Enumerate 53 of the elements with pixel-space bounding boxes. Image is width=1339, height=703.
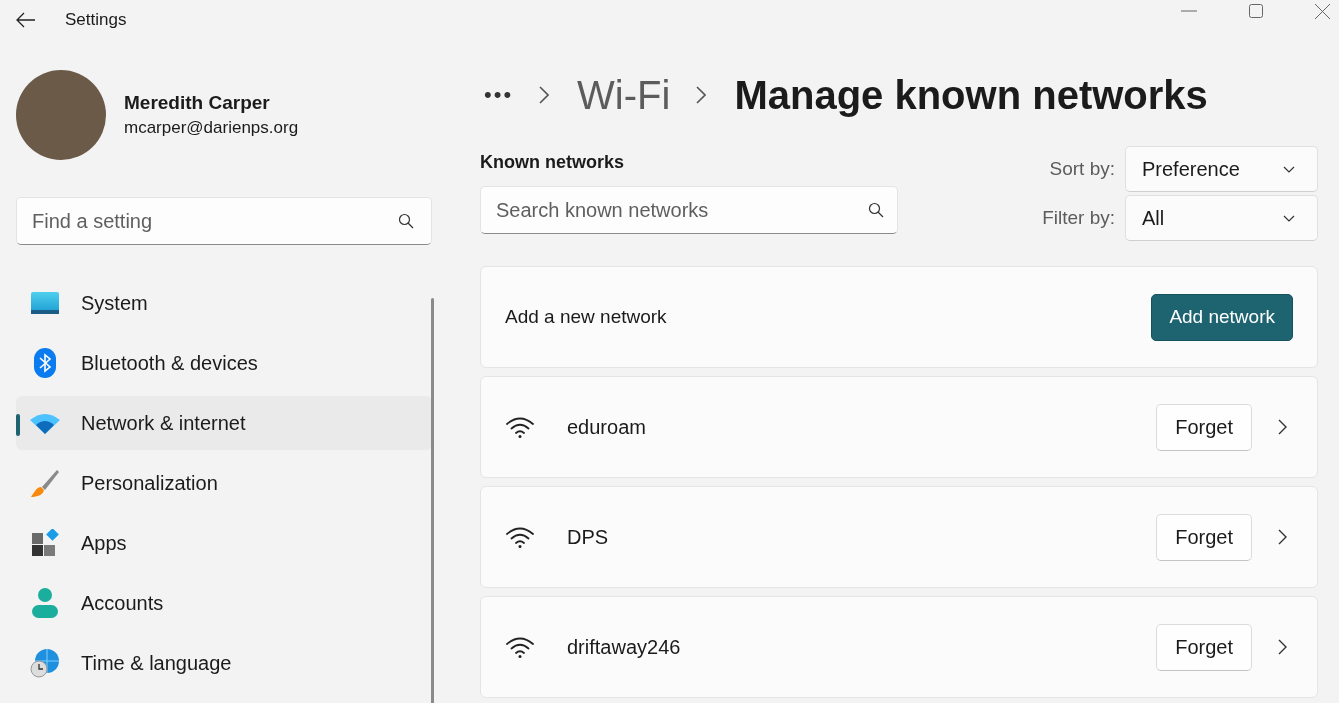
wifi-icon xyxy=(505,416,535,438)
network-card[interactable]: driftaway246 Forget xyxy=(480,596,1318,698)
card-label: Add a new network xyxy=(505,306,668,328)
breadcrumb-item[interactable]: Wi-Fi xyxy=(577,72,671,118)
sidebar-item[interactable]: Bluetooth & devices xyxy=(16,336,432,390)
sidebar-item[interactable]: Personalization xyxy=(16,456,432,510)
forget-button[interactable]: Forget xyxy=(1156,403,1252,451)
sidebar-item[interactable]: Time & language xyxy=(16,636,432,690)
dropdown-label: Filter by: xyxy=(1042,207,1115,229)
search-field[interactable]: Search known networks xyxy=(480,186,898,234)
apps-icon xyxy=(30,529,60,557)
breadcrumb-item: Manage known networks xyxy=(734,72,1208,118)
breadcrumb-overflow[interactable]: ••• xyxy=(484,82,514,108)
wifi-icon xyxy=(30,412,60,434)
chevron-right-icon[interactable] xyxy=(1278,639,1287,655)
search-icon xyxy=(868,202,884,218)
search-field[interactable]: Find a setting xyxy=(16,197,432,245)
section-heading: Known networks xyxy=(480,152,625,173)
sidebar-item[interactable]: Network & internet xyxy=(16,396,432,450)
network-name: DPS xyxy=(567,525,610,549)
chevron-right-icon[interactable] xyxy=(1278,529,1287,545)
user-name: Meredith Carper xyxy=(124,92,271,114)
forget-button[interactable]: Forget xyxy=(1156,513,1252,561)
dropdown-label: Sort by: xyxy=(1049,158,1115,180)
selection-indicator xyxy=(16,414,20,436)
chevron-down-icon xyxy=(1283,165,1295,173)
chevron-right-icon xyxy=(696,86,707,104)
search-icon xyxy=(398,213,414,229)
network-name: eduroam xyxy=(567,415,647,439)
sidebar-item[interactable]: System xyxy=(16,276,432,330)
back-arrow-icon[interactable] xyxy=(16,12,36,28)
person-icon xyxy=(30,588,60,618)
dropdown[interactable]: Preference xyxy=(1125,146,1318,192)
monitor-icon xyxy=(30,292,60,314)
wifi-icon xyxy=(505,636,535,658)
sidebar-item[interactable]: Apps xyxy=(16,516,432,570)
close-icon[interactable] xyxy=(1315,3,1330,19)
wifi-icon xyxy=(505,526,535,548)
dropdown[interactable]: All xyxy=(1125,195,1318,241)
maximize-icon[interactable] xyxy=(1249,4,1263,18)
network-card[interactable]: eduroam Forget xyxy=(480,376,1318,478)
chevron-right-icon xyxy=(539,86,550,104)
network-name: driftaway246 xyxy=(567,635,682,659)
network-card[interactable]: DPS Forget xyxy=(480,486,1318,588)
add-network-button[interactable]: Add network xyxy=(1151,293,1293,341)
globe-clock-icon xyxy=(30,648,60,678)
forget-button[interactable]: Forget xyxy=(1156,623,1252,671)
chevron-down-icon xyxy=(1283,214,1295,222)
chevron-right-icon[interactable] xyxy=(1278,419,1287,435)
sidebar-item[interactable]: Accounts xyxy=(16,576,432,630)
paintbrush-icon xyxy=(30,468,60,498)
user-email: mcarper@darienps.org xyxy=(124,118,299,138)
window-title: Settings xyxy=(65,10,127,30)
